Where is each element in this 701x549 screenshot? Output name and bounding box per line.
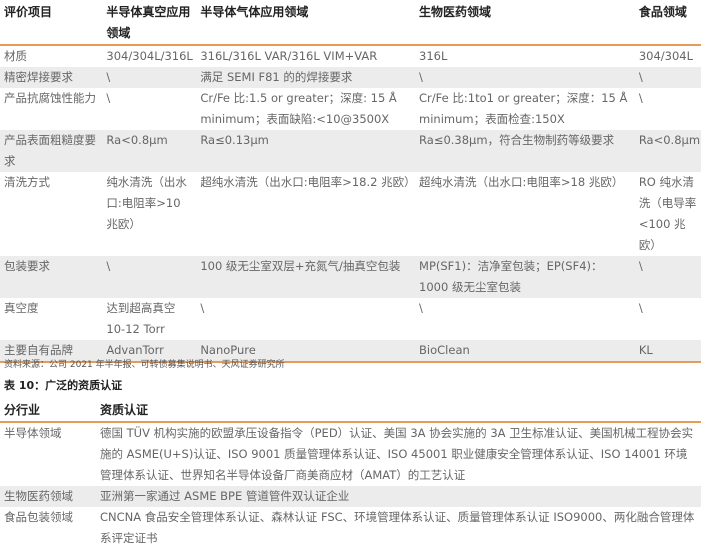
cell: 超纯水清洗（出水口:电阻率>18.2 兆欧）	[200, 175, 416, 189]
row-label: 产品表面粗糙度要求	[0, 130, 103, 172]
cell: \	[102, 67, 197, 88]
table-caption: 表 10：广泛的资质认证	[4, 379, 123, 392]
certification-header-row: 分行业 资质认证	[0, 400, 701, 422]
cell: Ra≤0.13μm	[196, 130, 416, 172]
header-cell: 生物医药领域	[419, 5, 492, 19]
table-row: 包装要求 \ 100 级无尘室双层+充氮气/抽真空包装 MP(SF1)：洁净室包…	[0, 256, 701, 298]
row-label: 清洗方式	[4, 175, 50, 189]
cell: 纯水清洗（出水口:电阻率>10 兆欧）	[106, 175, 187, 231]
cell: Ra≤0.38μm，符合生物制药等级要求	[415, 130, 635, 172]
cell: 304/304L/316L	[106, 49, 193, 63]
table-row: 产品表面粗糙度要求 Ra<0.8μm Ra≤0.13μm Ra≤0.38μm，符…	[0, 130, 701, 172]
cell: \	[415, 67, 635, 88]
cell: BioClean	[415, 340, 635, 362]
row-label: 材质	[4, 49, 27, 63]
cell: Cr/Fe 比:1.5 or greater；深度: 15 Å minimum；…	[200, 91, 397, 126]
row-label: 包装要求	[0, 256, 103, 298]
cell: MP(SF1)：洁净室包装；EP(SF4)：1000 级无尘室包装	[415, 256, 635, 298]
cell: 304/304L	[638, 49, 693, 63]
cell: 达到超高真空 10-12 Torr	[106, 301, 176, 336]
cell: 316L/316L VAR/316L VIM+VAR	[200, 49, 378, 63]
comparison-table: 评价项目 半导体真空应用领域 半导体气体应用领域 生物医药领域 食品领域 材质 …	[0, 2, 701, 363]
header-cell: 半导体真空应用领域	[106, 5, 191, 40]
source-note: 资料来源：公司 2021 年半年报、可转债募集说明书、天风证券研究所	[4, 360, 285, 370]
cell: 德国 TÜV 机构实施的欧盟承压设备指令（PED）认证、美国 3A 协会实施的 …	[100, 426, 694, 482]
cell: \	[200, 301, 205, 315]
table-row: 清洗方式 纯水清洗（出水口:电阻率>10 兆欧） 超纯水清洗（出水口:电阻率>1…	[0, 172, 701, 256]
certification-table: 分行业 资质认证 半导体领域 德国 TÜV 机构实施的欧盟承压设备指令（PED）…	[0, 400, 701, 549]
cell: \	[102, 256, 197, 298]
table-row: 材质 304/304L/316L 316L/316L VAR/316L VIM+…	[0, 45, 701, 67]
cell: RO 纯水清洗（电导率<100 兆欧）	[638, 175, 697, 252]
table-row: 真空度 达到超高真空 10-12 Torr \ \ \	[0, 298, 701, 340]
cell: 100 级无尘室双层+充氮气/抽真空包装	[196, 256, 416, 298]
table-row: 产品抗腐蚀性能力 \ Cr/Fe 比:1.5 or greater；深度: 15…	[0, 88, 701, 130]
cell: \	[638, 91, 643, 105]
header-cell: 半导体气体应用领域	[200, 5, 309, 19]
cell: \	[638, 301, 643, 315]
table-row: 半导体领域 德国 TÜV 机构实施的欧盟承压设备指令（PED）认证、美国 3A …	[0, 422, 701, 486]
cell: \	[634, 67, 701, 88]
cell: 316L	[419, 49, 448, 63]
cell: Ra<0.8μm	[102, 130, 197, 172]
cell: \	[419, 301, 423, 315]
cell: 超纯水清洗（出水口:电阻率>18 兆欧）	[419, 175, 624, 189]
cell: 满足 SEMI F81 的的焊接要求	[196, 67, 416, 88]
cell: KL	[634, 340, 701, 362]
cell: 亚洲第一家通过 ASME BPE 管道管件双认证企业	[96, 486, 701, 507]
cell: \	[106, 91, 111, 105]
cell: Ra<0.8μm	[634, 130, 701, 172]
header-cell: 分行业	[4, 403, 41, 417]
row-label: 真空度	[4, 301, 39, 315]
comparison-header-row: 评价项目 半导体真空应用领域 半导体气体应用领域 生物医药领域 食品领域	[0, 2, 701, 45]
header-cell: 食品领域	[638, 5, 687, 19]
row-label: 精密焊接要求	[0, 67, 103, 88]
header-cell: 评价项目	[4, 5, 53, 19]
header-cell: 资质认证	[100, 403, 149, 417]
row-label: 产品抗腐蚀性能力	[4, 91, 96, 105]
table-row: 精密焊接要求 \ 满足 SEMI F81 的的焊接要求 \ \	[0, 67, 701, 88]
row-label: 半导体领域	[4, 426, 62, 440]
row-label: 生物医药领域	[0, 486, 96, 507]
cell: \	[634, 256, 701, 298]
table-row: 生物医药领域 亚洲第一家通过 ASME BPE 管道管件双认证企业	[0, 486, 701, 507]
cell: Cr/Fe 比:1to1 or greater；深度：15 Å minimum；…	[419, 91, 628, 126]
